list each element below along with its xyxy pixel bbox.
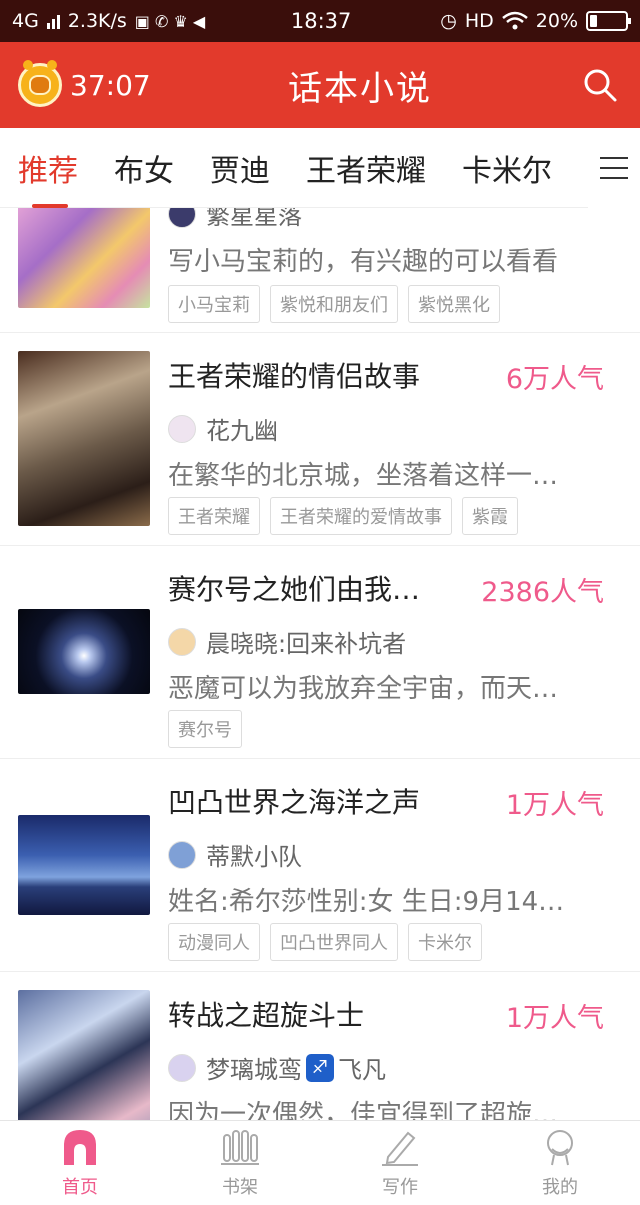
tabs-menu-button[interactable] [588, 128, 640, 208]
book-tag[interactable]: 王者荣耀的爱情故事 [270, 497, 452, 535]
book-author: 繁星星落 [168, 208, 302, 231]
book-list: 繁星星落 写小马宝莉的，有兴趣的可以看看 小马宝莉 紫悦和朋友们 紫悦黑化 王者… [0, 208, 640, 1120]
book-description: 姓名:希尔莎性别:女 生日:9月14… [168, 887, 565, 917]
signal-icon [46, 13, 60, 29]
book-cover [18, 815, 150, 915]
category-tabs: 推荐 布女 贾迪 王者荣耀 卡米尔 [0, 128, 640, 208]
author-avatar [168, 208, 196, 228]
book-title: 转战之超旋斗士 [168, 999, 365, 1032]
network-speed: 2.3K/s [67, 10, 127, 32]
book-tags: 王者荣耀 王者荣耀的爱情故事 紫霞 [168, 497, 518, 535]
book-description: 因为一次偶然，佳宜得到了超旋… [168, 1100, 559, 1120]
book-item[interactable]: 繁星星落 写小马宝莉的，有兴趣的可以看看 小马宝莉 紫悦和朋友们 紫悦黑化 [0, 208, 640, 333]
book-tags: 赛尔号 [168, 710, 242, 748]
battery-icon [586, 11, 631, 31]
book-tag[interactable]: 小马宝莉 [168, 285, 260, 323]
timer-value: 37:07 [70, 68, 151, 102]
book-tag[interactable]: 凹凸世界同人 [270, 923, 398, 961]
book-tags: 小马宝莉 紫悦和朋友们 紫悦黑化 [168, 285, 500, 323]
bottom-nav: 首页 书架 写作 我的 [0, 1120, 640, 1205]
book-author: 蒂默小队 [168, 837, 302, 872]
book-author: 梦璃城鸾 ♐ 飞凡 [168, 1050, 386, 1085]
alarm-icon: ◷ [440, 10, 457, 32]
book-description: 恶魔可以为我放弃全宇宙，而天… [168, 674, 559, 704]
book-tag[interactable]: 王者荣耀 [168, 497, 260, 535]
book-cover [18, 208, 150, 308]
book-author: 花九幽 [168, 411, 278, 446]
book-popularity: 1万人气 [505, 1003, 604, 1034]
wifi-icon [501, 11, 528, 30]
tab-jiadi[interactable]: 贾迪 [210, 146, 270, 190]
author-avatar [168, 840, 196, 869]
author-avatar [168, 1053, 196, 1082]
search-button[interactable] [560, 42, 640, 128]
tab-bunv[interactable]: 布女 [114, 146, 174, 190]
book-tags: 动漫同人 凹凸世界同人 卡米尔 [168, 923, 482, 961]
clock: 18:37 [290, 9, 352, 33]
author-avatar [168, 414, 196, 443]
book-title: 王者荣耀的情侣故事 [168, 360, 421, 393]
book-tag[interactable]: 紫霞 [462, 497, 518, 535]
book-cover [18, 351, 150, 526]
book-tag[interactable]: 紫悦黑化 [408, 285, 500, 323]
book-item[interactable]: 转战之超旋斗士 1万人气 梦璃城鸾 ♐ 飞凡 因为一次偶然，佳宜得到了超旋… [0, 972, 640, 1120]
notification-icons: ▣ ✆ ♛ ◀ [134, 11, 206, 31]
search-icon [584, 69, 617, 102]
author-avatar [168, 627, 196, 656]
book-item[interactable]: 凹凸世界之海洋之声 1万人气 蒂默小队 姓名:希尔莎性别:女 生日:9月14… … [0, 759, 640, 972]
tab-kamier[interactable]: 卡米尔 [462, 146, 552, 190]
book-cover [18, 990, 150, 1120]
nav-home[interactable]: 首页 [0, 1121, 160, 1205]
nav-write[interactable]: 写作 [320, 1121, 480, 1205]
book-tag[interactable]: 动漫同人 [168, 923, 260, 961]
book-title: 凹凸世界之海洋之声 [168, 786, 421, 819]
book-cover [18, 609, 150, 694]
home-icon [64, 1130, 96, 1165]
book-item[interactable]: 赛尔号之她们由我… 2386人气 晨晓晓:回来补坑者 恶魔可以为我放弃全宇宙，而… [0, 546, 640, 759]
book-description: 写小马宝莉的，有兴趣的可以看看 [168, 247, 559, 277]
book-description: 在繁华的北京城，坐落着这样一… [168, 461, 559, 491]
nav-mine[interactable]: 我的 [480, 1121, 640, 1205]
book-popularity: 2386人气 [481, 577, 604, 608]
bookshelf-icon [221, 1130, 259, 1165]
book-tag[interactable]: 赛尔号 [168, 710, 242, 748]
book-title: 赛尔号之她们由我… [168, 573, 421, 606]
status-bar: 4G 2.3K/s ▣ ✆ ♛ ◀ 18:37 ◷ HD 20% [0, 0, 640, 42]
book-tag[interactable]: 紫悦和朋友们 [270, 285, 398, 323]
hd-label: HD [464, 10, 494, 32]
book-popularity: 1万人气 [505, 790, 604, 821]
tab-honor-of-kings[interactable]: 王者荣耀 [306, 146, 426, 190]
profile-icon [547, 1130, 573, 1166]
book-item[interactable]: 王者荣耀的情侣故事 6万人气 花九幽 在繁华的北京城，坐落着这样一… 王者荣耀 … [0, 333, 640, 546]
app-header: 37:07 话本小说 [0, 42, 640, 128]
pencil-icon [382, 1131, 418, 1166]
book-tag[interactable]: 卡米尔 [408, 923, 482, 961]
nav-bookshelf[interactable]: 书架 [160, 1121, 320, 1205]
app-title: 话本小说 [288, 68, 432, 109]
tab-recommend[interactable]: 推荐 [18, 146, 78, 208]
book-popularity: 6万人气 [505, 364, 604, 395]
network-type: 4G [12, 10, 39, 32]
battery-percent: 20% [535, 10, 578, 32]
sagittarius-icon: ♐ [306, 1053, 334, 1082]
book-author: 晨晓晓:回来补坑者 [168, 624, 406, 659]
alarm-clock-icon [18, 60, 62, 107]
